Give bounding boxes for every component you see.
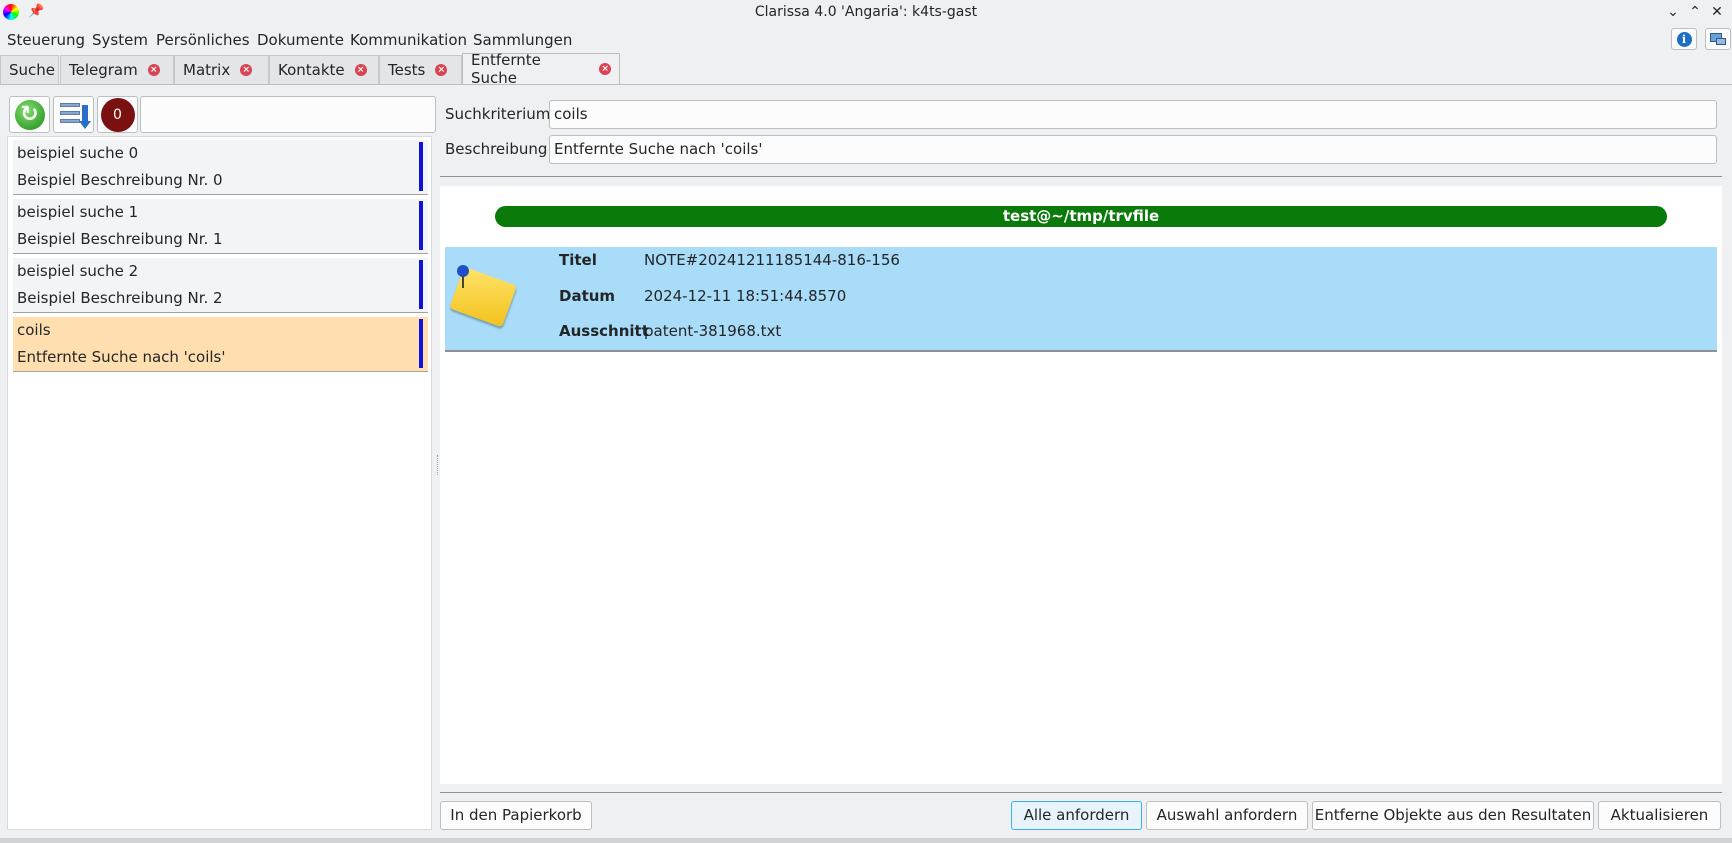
reload-icon: ↻ — [14, 99, 45, 130]
date-label: Datum — [559, 287, 616, 305]
tab-label: Entfernte Suche — [471, 51, 541, 87]
network-icon — [1710, 33, 1726, 45]
list-item[interactable]: beispiel suche 0 Beispiel Beschreibung N… — [13, 140, 428, 195]
date-value: 2024-12-11 18:51:44.8570 — [644, 287, 847, 305]
close-tab-icon[interactable]: × — [354, 64, 367, 76]
close-window-icon[interactable]: ✕ — [1708, 3, 1726, 21]
count-badge: 0 — [100, 97, 135, 132]
close-tab-icon[interactable]: × — [147, 64, 160, 76]
title-label: Titel — [559, 251, 597, 269]
footer-divider — [440, 792, 1722, 793]
search-description: Beispiel Beschreibung Nr. 0 — [17, 171, 223, 189]
menu-persoenliches[interactable]: Persönliches — [156, 30, 250, 50]
marker-bar — [419, 260, 423, 309]
remove-remote-button[interactable]: Entferne Objekte aus den Resultaten — [1312, 801, 1594, 830]
search-name: coils — [17, 321, 51, 339]
divider — [440, 176, 1722, 177]
tab-label: Matrix — [183, 61, 231, 79]
marker-bar — [419, 319, 423, 368]
close-tab-icon[interactable]: × — [240, 64, 253, 76]
criterion-label: Suchkriterium — [445, 105, 551, 123]
tab-label: Suche — [9, 61, 56, 79]
result-row[interactable]: Titel NOTE#20241211185144-816-156 Datum … — [445, 247, 1717, 352]
list-item-selected[interactable]: coils Entfernte Suche nach 'coils' — [13, 317, 428, 372]
refresh-button[interactable]: Aktualisieren — [1598, 801, 1721, 830]
description-label: Beschreibung — [445, 140, 548, 158]
tab-telegram[interactable]: Telegram × — [60, 55, 174, 84]
list-item[interactable]: beispiel suche 2 Beispiel Beschreibung N… — [13, 258, 428, 313]
network-button[interactable] — [1705, 28, 1731, 50]
saved-search-list: beispiel suche 0 Beispiel Beschreibung N… — [7, 136, 432, 830]
tab-label: Tests — [388, 61, 426, 79]
maximize-icon[interactable]: ⌃ — [1686, 3, 1704, 21]
search-description: Beispiel Beschreibung Nr. 1 — [17, 230, 223, 248]
count-button[interactable]: 0 — [97, 96, 138, 133]
marker-bar — [419, 201, 423, 250]
source-header: test@~/tmp/trvfile — [495, 206, 1667, 227]
tab-suche[interactable]: Suche — [0, 55, 59, 84]
list-item[interactable]: beispiel suche 1 Beispiel Beschreibung N… — [13, 199, 428, 254]
sort-list-icon — [58, 101, 91, 129]
tab-label: Kontakte — [278, 61, 345, 79]
tab-kontakte[interactable]: Kontakte × — [269, 55, 379, 84]
tab-label: Telegram — [69, 61, 138, 79]
menu-steuerung[interactable]: Steuerung — [7, 30, 85, 50]
results-area: test@~/tmp/trvfile Titel NOTE#2024121118… — [440, 186, 1722, 784]
tab-matrix[interactable]: Matrix × — [174, 55, 269, 84]
window-titlebar: 📌 Clarissa 4.0 'Angaria': k4ts-gast ⌄ ⌃ … — [0, 0, 1732, 25]
pushpin-icon — [457, 265, 469, 288]
filter-input[interactable] — [140, 96, 436, 133]
window-title: Clarissa 4.0 'Angaria': k4ts-gast — [754, 4, 978, 20]
excerpt-value: patent-381968.txt — [644, 322, 782, 340]
window-bottom-edge — [0, 838, 1732, 843]
menu-system[interactable]: System — [92, 30, 148, 50]
excerpt-label: Ausschnitt — [559, 322, 649, 340]
tab-bar: Suche Telegram × Matrix × Kontakte × Tests ×… — [0, 51, 1732, 87]
menu-kommunikation[interactable]: Kommunikation — [350, 30, 467, 50]
tab-tests[interactable]: Tests × — [379, 55, 462, 84]
info-button[interactable]: i — [1671, 28, 1697, 50]
close-tab-icon[interactable]: × — [435, 64, 448, 76]
close-tab-icon[interactable]: × — [599, 63, 611, 75]
trash-button[interactable]: In den Papierkorb — [440, 801, 592, 830]
criterion-field[interactable]: coils — [549, 100, 1717, 129]
search-description: Entfernte Suche nach 'coils' — [17, 348, 226, 366]
menu-sammlungen[interactable]: Sammlungen — [473, 30, 572, 50]
search-name: beispiel suche 1 — [17, 203, 139, 221]
marker-bar — [419, 142, 423, 191]
title-value: NOTE#20241211185144-816-156 — [644, 251, 900, 269]
minimize-icon[interactable]: ⌄ — [1664, 3, 1682, 21]
menu-dokumente[interactable]: Dokumente — [257, 30, 344, 50]
info-icon: i — [1676, 31, 1692, 47]
reload-button[interactable]: ↻ — [9, 96, 50, 133]
search-name: beispiel suche 0 — [17, 144, 139, 162]
sort-list-button[interactable] — [53, 96, 94, 133]
menu-bar: Steuerung System Persönliches Dokumente … — [0, 26, 1732, 53]
request-all-button[interactable]: Alle anfordern — [1011, 801, 1142, 830]
description-field[interactable]: Entfernte Suche nach 'coils' — [549, 135, 1717, 164]
request-selection-button[interactable]: Auswahl anfordern — [1146, 801, 1308, 830]
tab-entfernte-suche[interactable]: Entfernte Suche × — [462, 51, 620, 87]
search-name: beispiel suche 2 — [17, 262, 139, 280]
search-description: Beispiel Beschreibung Nr. 2 — [17, 289, 223, 307]
